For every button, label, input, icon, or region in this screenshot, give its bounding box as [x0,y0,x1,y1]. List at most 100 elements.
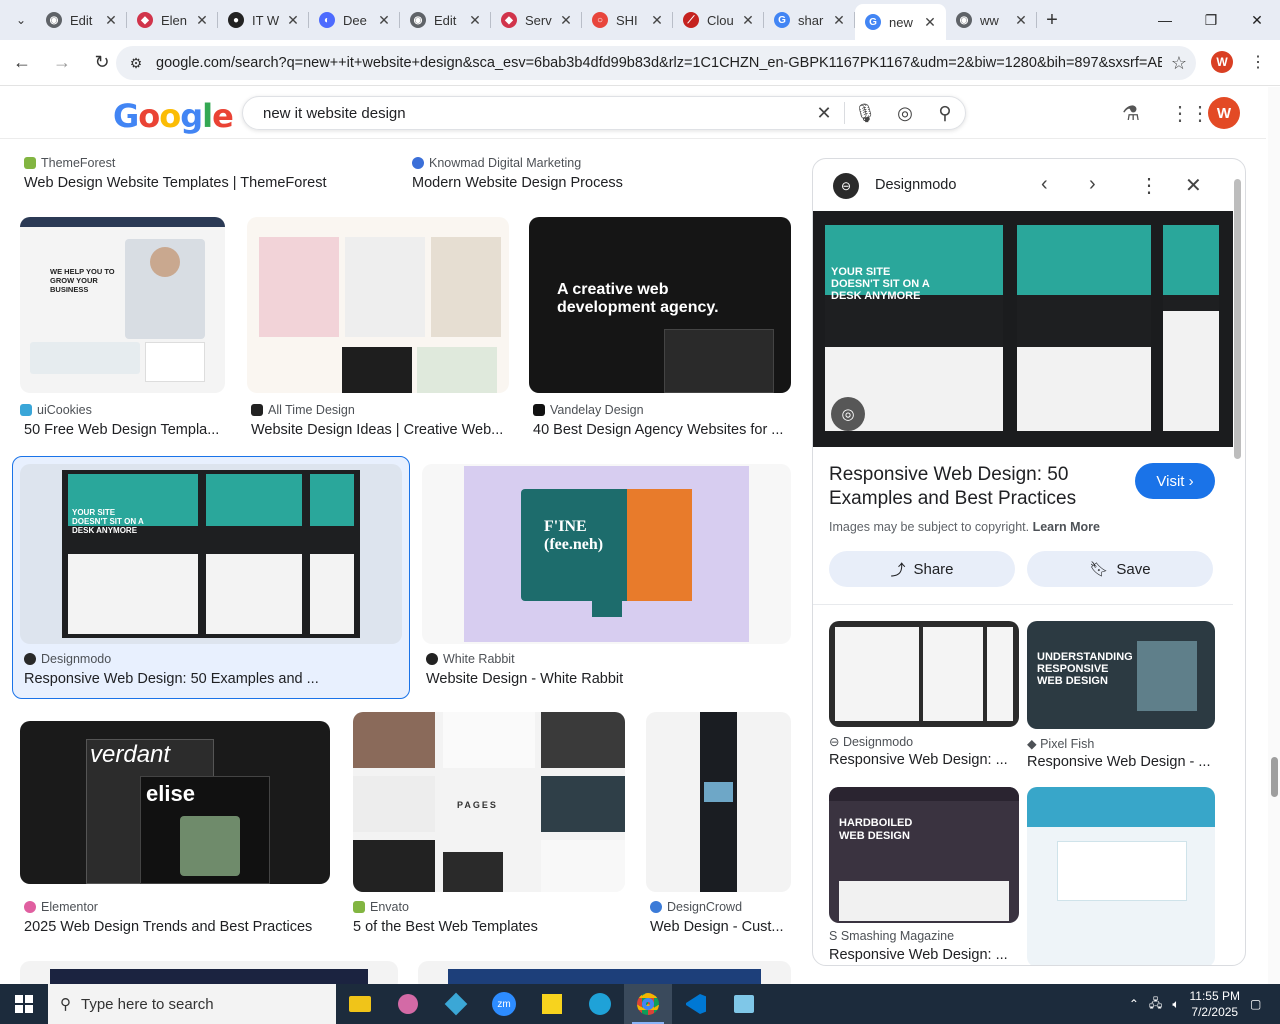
chrome-icon[interactable] [624,984,672,1024]
related-thumbnail[interactable] [1027,787,1215,965]
result-thumbnail[interactable]: F'INE (fee.neh) [422,464,791,644]
account-avatar[interactable]: W [1208,97,1240,129]
result-title[interactable]: Website Design Ideas | Creative Web... [251,422,509,438]
search-box[interactable]: new it website design ✕ 🎙 ◎ ⚲ [242,96,966,130]
forward-button[interactable]: → [44,45,80,81]
tab-search-menu-button[interactable]: ⌄ [6,5,36,35]
lens-search-icon[interactable]: ◎ [831,397,865,431]
close-tab-icon[interactable]: ✕ [376,12,392,29]
volume-icon[interactable]: 🔈︎ [1172,997,1179,1012]
site-logo-icon[interactable]: ⊖ [833,173,859,199]
minimize-button[interactable]: — [1142,0,1188,40]
result-thumbnail[interactable]: verdant elise [20,721,330,884]
panel-title[interactable]: Responsive Web Design: 50 Examples and B… [829,463,1129,511]
bookmark-star-icon[interactable]: ☆ [1162,53,1196,74]
url-text[interactable]: google.com/search?q=new++it+website+desi… [156,55,1162,71]
app-diamond-icon[interactable] [432,984,480,1024]
related-title[interactable]: Responsive Web Design: ... [829,947,1019,963]
result-thumbnail[interactable] [247,217,509,393]
related-thumbnail[interactable]: HARDBOILED WEB DESIGN [829,787,1019,923]
more-options-icon[interactable]: ⋮ [1139,173,1159,198]
labs-flask-icon[interactable]: ⚗ [1122,101,1140,126]
close-tab-icon[interactable]: ✕ [103,12,119,29]
close-panel-button[interactable]: ✕ [1185,173,1202,198]
result-card-themeforest[interactable]: ThemeForest Web Design Website Templates… [24,139,394,199]
panel-scrollbar[interactable] [1234,179,1241,459]
close-window-button[interactable]: ✕ [1234,0,1280,40]
notification-icon[interactable]: ▢ [1250,997,1264,1011]
back-button[interactable]: ← [4,45,40,81]
related-thumbnail[interactable]: UNDERSTANDING RESPONSIVE WEB DESIGN [1027,621,1215,729]
result-title[interactable]: Web Design - Cust... [650,919,791,935]
close-tab-icon[interactable]: ✕ [558,12,574,29]
site-info-icon[interactable]: ⚙ [116,55,156,72]
related-result-pixelfish[interactable]: UNDERSTANDING RESPONSIVE WEB DESIGN ◆ Pi… [1027,621,1215,771]
google-logo[interactable]: Google [113,97,234,135]
zoom-icon[interactable]: zm [480,984,528,1024]
preview-image[interactable]: YOUR SITE DOESN'T SIT ON A DESK ANYMORE … [813,211,1233,447]
maximize-button[interactable]: ❐ [1188,0,1234,40]
result-title[interactable]: Web Design Website Templates | ThemeFore… [24,175,394,191]
close-tab-icon[interactable]: ✕ [740,12,756,29]
tab-9[interactable]: Gnew ✕ [855,4,946,40]
result-card-whiterabbit[interactable]: F'INE (fee.neh) White Rabbit Website Des… [422,464,791,694]
result-thumbnail[interactable] [418,961,791,984]
result-title[interactable]: 2025 Web Design Trends and Best Practice… [24,919,330,935]
tab-4[interactable]: ◉ Edit ✕ [400,0,491,40]
learn-more-link[interactable]: Learn More [1033,520,1100,534]
start-button[interactable] [0,984,48,1024]
close-tab-icon[interactable]: ✕ [831,12,847,29]
result-title[interactable]: 40 Best Design Agency Websites for ... [533,422,791,438]
tab-2[interactable]: ● IT W ✕ [218,0,309,40]
result-card-vandelay[interactable]: A creative web development agency. Vande… [529,217,791,447]
result-thumbnail[interactable] [646,712,791,892]
visit-button[interactable]: Visit › [1135,463,1215,499]
tab-5[interactable]: ◆ Serv ✕ [491,0,582,40]
result-title[interactable]: Modern Website Design Process [412,175,792,191]
related-result-smashing[interactable]: HARDBOILED WEB DESIGN S Smashing Magazin… [829,787,1019,965]
result-card-envato[interactable]: PAGES Envato 5 of the Best Web Templates [353,712,625,942]
tab-8[interactable]: Gshar ✕ [764,0,855,40]
result-card-elementor[interactable]: verdant elise Elementor 2025 Web Design … [20,712,330,942]
clear-icon[interactable]: ✕ [804,103,844,124]
search-icon[interactable]: ⚲ [925,103,965,124]
vscode-icon[interactable] [672,984,720,1024]
save-button[interactable]: 🔖︎ Save [1027,551,1213,587]
close-tab-icon[interactable]: ✕ [922,14,938,31]
next-image-button[interactable]: › [1089,173,1096,196]
taskbar-search[interactable]: ⚲ Type here to search [48,984,336,1024]
search-input[interactable]: new it website design [243,105,804,122]
browser-profile-avatar[interactable]: W [1211,51,1233,73]
related-title[interactable]: Responsive Web Design - ... [1027,754,1215,770]
close-tab-icon[interactable]: ✕ [285,12,301,29]
apps-grid-icon[interactable]: ⋮⋮ [1170,101,1210,126]
paint-icon[interactable] [384,984,432,1024]
tab-0[interactable]: ◉ Edit ✕ [36,0,127,40]
result-thumbnail[interactable]: A creative web development agency. [529,217,791,393]
browser-menu-icon[interactable]: ⋮ [1250,52,1266,72]
panel-site-name[interactable]: Designmodo [875,177,956,193]
tab-3[interactable]: ◐ Dee ✕ [309,0,400,40]
close-tab-icon[interactable]: ✕ [194,12,210,29]
related-thumbnail[interactable] [829,621,1019,727]
result-card-uicookies[interactable]: WE HELP YOU TO GROW YOUR BUSINESS uiCook… [20,217,225,447]
close-tab-icon[interactable]: ✕ [649,12,665,29]
microphone-icon[interactable]: 🎙 [845,103,885,124]
network-icon[interactable]: 🖧︎ [1149,994,1162,1015]
chevron-up-icon[interactable]: ⌃ [1129,997,1139,1011]
sticky-notes-icon[interactable] [528,984,576,1024]
close-tab-icon[interactable]: ✕ [467,12,483,29]
new-tab-button[interactable]: + [1037,9,1067,32]
previous-image-button[interactable]: ‹ [1041,173,1048,196]
result-thumbnail[interactable]: WE HELP YOU TO GROW YOUR BUSINESS [20,217,225,393]
related-result-designmodo[interactable]: ⊖ Designmodo Responsive Web Design: ... [829,621,1019,771]
result-thumbnail[interactable]: PAGES [353,712,625,892]
result-title[interactable]: Website Design - White Rabbit [426,671,786,687]
result-card-designcrowd[interactable]: DesignCrowd Web Design - Cust... [646,712,791,942]
result-title[interactable]: 5 of the Best Web Templates [353,919,625,935]
close-tab-icon[interactable]: ✕ [1013,12,1029,29]
related-result-4[interactable] [1027,787,1215,965]
related-title[interactable]: Responsive Web Design: ... [829,752,1019,768]
result-thumbnail[interactable]: YOUR SITE DOESN'T SIT ON A DESK ANYMORE [20,464,402,644]
tab-6[interactable]: ○ SHI ✕ [582,0,673,40]
